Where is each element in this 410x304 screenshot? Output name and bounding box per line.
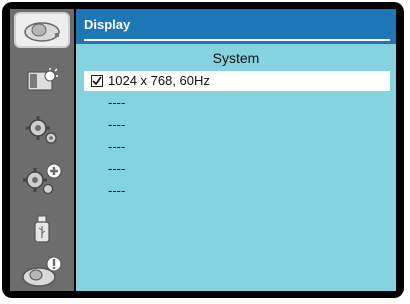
list-item-label: ----: [108, 139, 126, 154]
list-item-label: ----: [108, 117, 126, 132]
sidebar-item-setting[interactable]: [16, 110, 68, 150]
check-icon: [92, 76, 102, 86]
content-panel: Display System 1024 x 768, 60Hz ---- ---…: [76, 9, 396, 291]
sidebar-item-picture[interactable]: [16, 61, 68, 101]
list-item[interactable]: ----: [84, 181, 390, 201]
sidebar-item-info[interactable]: [16, 252, 68, 292]
section-title: System: [212, 50, 260, 66]
advanced-gear-icon: [23, 163, 62, 195]
picture-adjust-icon: [27, 68, 58, 91]
list-item-label: ----: [108, 183, 126, 198]
list-item-label: 1024 x 768, 60Hz: [108, 73, 210, 88]
checkbox[interactable]: [91, 75, 103, 87]
sidebar: [10, 9, 74, 291]
page-title: Display: [84, 17, 131, 32]
gear-icon: [26, 116, 57, 144]
projector-icon: [24, 22, 60, 42]
usb-drive-icon: [34, 215, 50, 243]
header-divider: [84, 39, 390, 41]
header-bar: Display: [76, 9, 396, 44]
sidebar-item-usb[interactable]: [16, 210, 68, 250]
projector-info-icon: [22, 256, 62, 287]
list-item[interactable]: 1024 x 768, 60Hz: [84, 71, 390, 91]
list-item-label: ----: [108, 95, 126, 110]
list-item[interactable]: ----: [84, 159, 390, 179]
list-item[interactable]: ----: [84, 137, 390, 157]
list-item-label: ----: [108, 161, 126, 176]
sidebar-item-expand[interactable]: [16, 159, 68, 199]
list-item[interactable]: ----: [84, 93, 390, 113]
list-item[interactable]: ----: [84, 115, 390, 135]
sidebar-item-display[interactable]: [14, 12, 70, 48]
